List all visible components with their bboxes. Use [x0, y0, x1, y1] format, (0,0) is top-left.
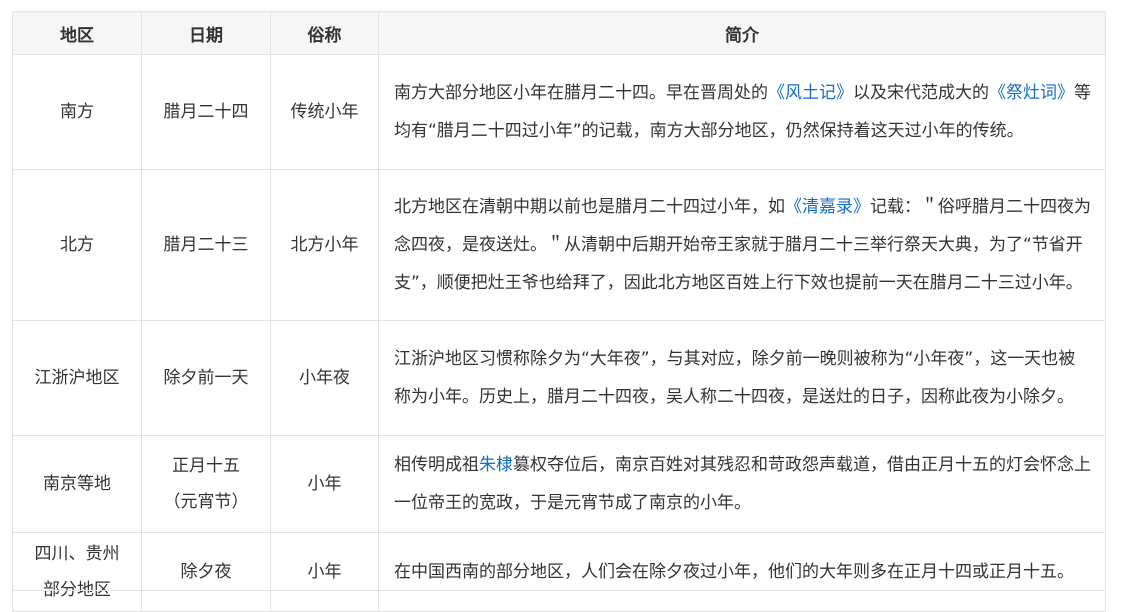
page: 地区 日期 俗称 简介 南方 腊月二十四 传统小年 南方大部分地区小年在腊月二十…: [0, 0, 1127, 612]
cell-desc: 江浙沪地区习惯称除夕为“大年夜”，与其对应，除夕前一晚则被称为“小年夜”，这一天…: [378, 320, 1106, 436]
link-zhudi[interactable]: 朱棣: [479, 455, 513, 475]
cell-region: 北方: [12, 169, 142, 321]
header-desc: 简介: [378, 11, 1106, 55]
cell-name: 传统小年: [270, 54, 379, 170]
table-row: 南京等地 正月十五 （元宵节） 小年 相传明成祖朱棣篡权夺位后，南京百姓对其残忍和…: [12, 435, 1106, 533]
desc-text: 在中国西南的部分地区，人们会在除夕夜过小年，他们的大年则多在正月十四或正月十五。: [394, 562, 1074, 582]
link-qingjialu[interactable]: 《清嘉录》: [785, 197, 870, 217]
cell-region: 江浙沪地区: [12, 320, 142, 436]
date-line: （元宵节）: [163, 492, 249, 512]
cell-desc: 北方地区在清朝中期以前也是腊月二十四过小年，如《清嘉录》记载：＂俗呼腊月二十四夜…: [378, 169, 1106, 321]
cell-desc: 相传明成祖朱棣篡权夺位后，南京百姓对其残忍和苛政怨声载道，借由正月十五的灯会怀念…: [378, 435, 1106, 533]
cell-name: 小年夜: [270, 320, 379, 436]
region-line: 四川、贵州: [34, 544, 120, 564]
cell-date: 正月十五 （元宵节）: [141, 435, 271, 533]
cell-region: 四川、贵州 部分地区: [12, 532, 142, 612]
table-row: 江浙沪地区 除夕前一天 小年夜 江浙沪地区习惯称除夕为“大年夜”，与其对应，除夕…: [12, 320, 1106, 436]
table-row: 四川、贵州 部分地区 除夕夜 小年 在中国西南的部分地区，人们会在除夕夜过小年，他…: [12, 532, 1106, 612]
cell-name: 小年: [270, 532, 379, 612]
cell-region: 南方: [12, 54, 142, 170]
cell-date: 除夕前一天: [141, 320, 271, 436]
cell-date: 除夕夜: [141, 532, 271, 612]
desc-text: 相传明成祖: [394, 455, 479, 475]
link-jizaoci[interactable]: 《祭灶词》: [989, 83, 1074, 103]
table-row: 南方 腊月二十四 传统小年 南方大部分地区小年在腊月二十四。早在晋周处的《风土记…: [12, 54, 1106, 170]
link-fengtuji[interactable]: 《风土记》: [768, 83, 853, 103]
date-line: 正月十五: [172, 456, 240, 476]
header-name: 俗称: [270, 11, 379, 55]
bottom-divider: [12, 590, 1105, 591]
cell-date: 腊月二十三: [141, 169, 271, 321]
desc-text: 北方地区在清朝中期以前也是腊月二十四过小年，如: [394, 197, 785, 217]
desc-text: 南方大部分地区小年在腊月二十四。早在晋周处的: [394, 83, 768, 103]
cell-name: 小年: [270, 435, 379, 533]
header-region: 地区: [12, 11, 142, 55]
cell-desc: 在中国西南的部分地区，人们会在除夕夜过小年，他们的大年则多在正月十四或正月十五。: [378, 532, 1106, 612]
table-header-row: 地区 日期 俗称 简介: [12, 11, 1106, 55]
desc-text: 以及宋代范成大的: [853, 83, 989, 103]
cell-desc: 南方大部分地区小年在腊月二十四。早在晋周处的《风土记》以及宋代范成大的《祭灶词》…: [378, 54, 1106, 170]
cell-date: 腊月二十四: [141, 54, 271, 170]
table-row: 北方 腊月二十三 北方小年 北方地区在清朝中期以前也是腊月二十四过小年，如《清嘉…: [12, 169, 1106, 321]
header-date: 日期: [141, 11, 271, 55]
xiaonian-table: 地区 日期 俗称 简介 南方 腊月二十四 传统小年 南方大部分地区小年在腊月二十…: [12, 11, 1106, 612]
desc-text: 江浙沪地区习惯称除夕为“大年夜”，与其对应，除夕前一晚则被称为“小年夜”，这一天…: [394, 349, 1076, 407]
cell-name: 北方小年: [270, 169, 379, 321]
cell-region: 南京等地: [12, 435, 142, 533]
